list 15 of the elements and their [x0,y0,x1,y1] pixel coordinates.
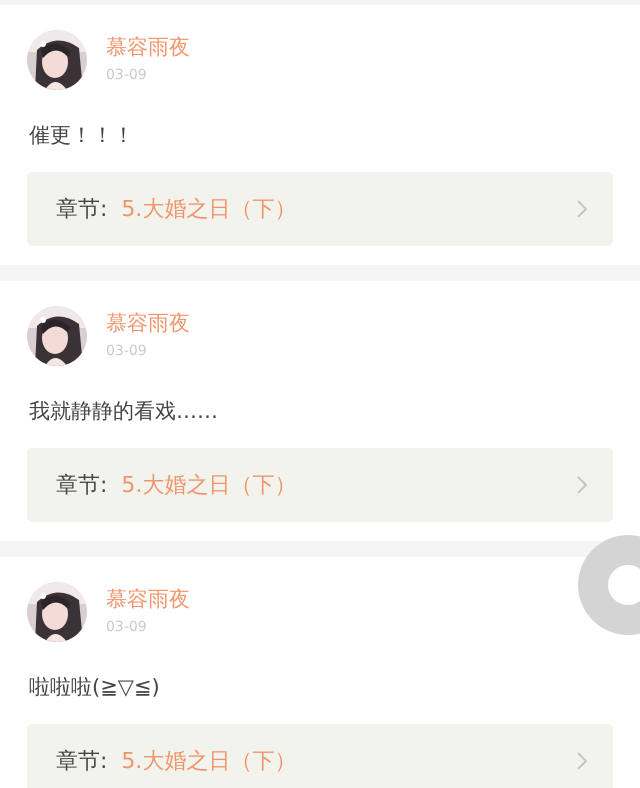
chevron-right-icon [577,476,587,494]
chapter-label: 章节: [56,748,108,776]
chevron-right-icon [577,752,587,770]
comment-text: 我就静静的看戏…… [29,398,219,425]
chapter-title: 5.大婚之日（下） [121,196,298,224]
chapter-title: 5.大婚之日（下） [121,472,298,500]
chapter-link[interactable]: 章节: 5.大婚之日（下） [27,448,613,522]
comment-text: 催更！！！ [29,122,135,149]
chapter-label: 章节: [56,472,108,500]
comment-text: 啦啦啦(≧▽≦) [29,674,161,701]
chevron-right-icon [577,200,587,218]
chapter-link[interactable]: 章节: 5.大婚之日（下） [27,724,613,788]
chapter-label: 章节: [56,196,108,224]
chapter-link[interactable]: 章节: 5.大婚之日（下） [27,172,613,246]
chapter-title: 5.大婚之日（下） [121,748,298,776]
